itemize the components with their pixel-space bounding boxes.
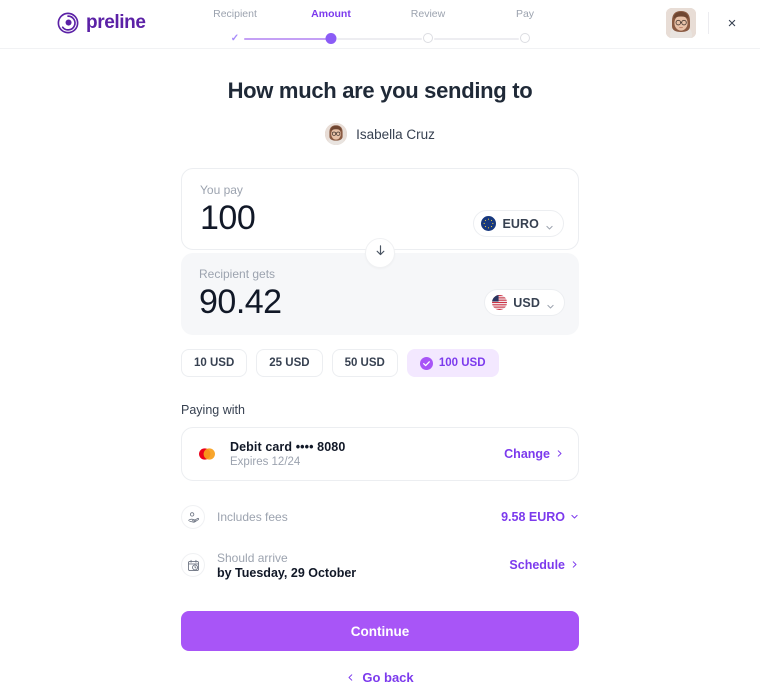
you-pay-input[interactable] (200, 199, 460, 238)
step-label-amount[interactable]: Amount (311, 8, 351, 20)
header-divider (708, 12, 709, 34)
go-back-label: Go back (362, 670, 414, 684)
chip-100-usd[interactable]: 100 USD (406, 349, 499, 377)
you-pay-label: You pay (200, 183, 243, 197)
chip-label: 10 USD (194, 357, 235, 369)
coins-hand-icon (181, 505, 205, 529)
quick-amount-chips: 10 USD 25 USD 50 USD 100 USD (181, 349, 579, 377)
change-payment-button[interactable]: Change (504, 447, 564, 461)
pay-currency-selector[interactable]: EURO (473, 210, 564, 237)
recipient-summary[interactable]: Isabella Cruz (0, 123, 760, 145)
chevron-right-icon (555, 447, 564, 461)
mastercard-icon (196, 443, 218, 465)
gets-currency-code: USD (513, 295, 540, 310)
chevron-down-icon (545, 219, 554, 230)
gets-currency-selector[interactable]: USD (484, 289, 565, 316)
pay-currency-code: EURO (502, 216, 539, 231)
chevron-left-icon (346, 670, 355, 684)
chip-25-usd[interactable]: 25 USD (256, 349, 323, 377)
arrival-date: by Tuesday, 29 October (217, 565, 357, 580)
fees-row: Includes fees 9.58 EURO (181, 493, 579, 541)
stepper-segment-3 (434, 37, 519, 40)
preline-logo-icon (57, 12, 79, 34)
continue-button[interactable]: Continue (181, 611, 579, 651)
fees-value: 9.58 EURO (501, 510, 565, 524)
fees-value-toggle[interactable]: 9.58 EURO (501, 510, 579, 524)
chevron-right-icon (570, 558, 579, 572)
payment-card-expiry: Expires 12/24 (230, 456, 301, 468)
step-label-recipient[interactable]: Recipient (213, 8, 257, 20)
payment-card-title: Debit card •••• 8080 (230, 440, 346, 454)
chevron-down-icon (570, 510, 579, 524)
amount-converter: You pay EURO (181, 168, 579, 335)
stepper-node-review[interactable] (423, 32, 433, 43)
calendar-clock-icon (181, 553, 205, 577)
progress-stepper: Recipient Amount Review Pay ✓ (208, 8, 538, 44)
app-header: preline Recipient Amount Review Pay ✓ × (0, 0, 760, 49)
fees-body: Includes fees (217, 510, 489, 524)
stepper-node-recipient[interactable]: ✓ (231, 33, 239, 44)
stepper-segment-2 (337, 37, 422, 40)
chip-label: 50 USD (344, 357, 385, 369)
header-actions: × (666, 8, 742, 38)
step-label-review[interactable]: Review (411, 8, 445, 20)
recipient-gets-label: Recipient gets (199, 267, 276, 281)
stepper-track: ✓ (208, 32, 538, 44)
chip-50-usd[interactable]: 50 USD (331, 349, 398, 377)
stepper-node-pay[interactable] (520, 32, 530, 43)
fees-label: Includes fees (217, 510, 288, 524)
eu-flag-icon (481, 216, 497, 231)
us-flag-icon (492, 295, 508, 310)
schedule-button[interactable]: Schedule (509, 558, 579, 572)
schedule-label: Schedule (509, 558, 565, 572)
stepper-node-amount[interactable] (325, 32, 337, 44)
swap-currency-button[interactable] (365, 238, 395, 268)
arrival-body: Should arrive by Tuesday, 29 October (217, 551, 497, 580)
payment-method-info: Debit card •••• 8080 Expires 12/24 (230, 440, 492, 468)
main-content: How much are you sending to Isabella Cru… (0, 49, 760, 684)
change-label: Change (504, 447, 550, 461)
step-label-pay[interactable]: Pay (516, 8, 534, 20)
chevron-down-icon (546, 298, 555, 309)
chip-10-usd[interactable]: 10 USD (181, 349, 248, 377)
page-title: How much are you sending to (227, 78, 533, 103)
chip-label: 25 USD (269, 357, 310, 369)
brand-name: preline (86, 12, 146, 33)
stepper-labels: Recipient Amount Review Pay (208, 8, 538, 22)
paying-with-label: Paying with (181, 403, 245, 417)
brand-logo[interactable]: preline (57, 12, 146, 34)
chip-label: 100 USD (438, 357, 486, 369)
payment-method-card[interactable]: Debit card •••• 8080 Expires 12/24 Chang… (181, 427, 579, 481)
arrival-row: Should arrive by Tuesday, 29 October Sch… (181, 541, 579, 589)
recipient-avatar (325, 123, 348, 145)
stepper-segment-1 (244, 37, 331, 40)
arrival-label: Should arrive (217, 550, 288, 565)
arrow-down-icon (374, 244, 387, 262)
user-avatar[interactable] (666, 8, 696, 38)
recipient-name: Isabella Cruz (356, 126, 435, 142)
check-circle-icon (419, 356, 433, 370)
go-back-button[interactable]: Go back (0, 670, 760, 684)
recipient-gets-input[interactable] (199, 283, 459, 322)
close-icon[interactable]: × (722, 13, 742, 33)
